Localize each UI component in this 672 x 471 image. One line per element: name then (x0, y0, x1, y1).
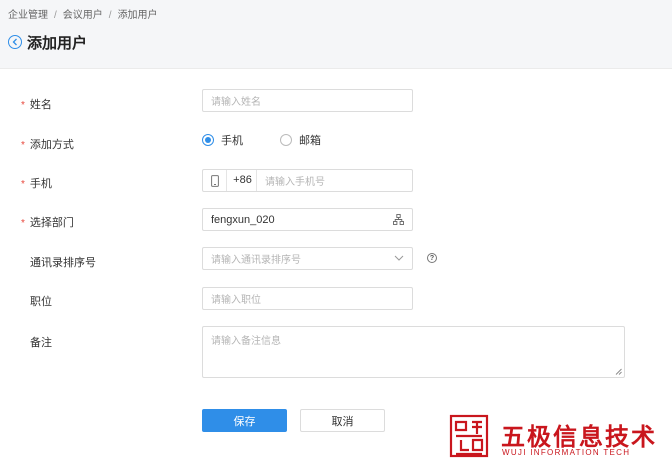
phone-input[interactable]: 请输入手机号 (257, 173, 325, 188)
breadcrumb-item-enterprise[interactable]: 企业管理 (8, 10, 48, 21)
country-code[interactable]: +86 (229, 170, 257, 191)
department-value: fengxun_020 (211, 213, 275, 226)
required-mark: * (21, 100, 25, 111)
breadcrumb-item-add-user: 添加用户 (117, 10, 158, 21)
page-title: 添加用户 (27, 35, 88, 52)
company-logo-icon (449, 414, 489, 458)
back-button[interactable] (8, 35, 22, 49)
radio-phone[interactable] (202, 134, 214, 146)
remark-placeholder: 请输入备注信息 (211, 336, 281, 347)
mobile-phone-icon (203, 170, 227, 191)
sort-no-label: 通讯录排序号 (30, 257, 96, 269)
name-input[interactable]: 请输入姓名 (202, 89, 413, 112)
add-method-radio-group: 手机 邮箱 (202, 132, 321, 148)
position-input[interactable]: 请输入职位 (202, 287, 413, 310)
org-chart-icon[interactable] (393, 214, 404, 225)
page-header: 企业管理 / 会议用户 / 添加用户 添加用户 (0, 0, 672, 69)
required-mark: * (21, 218, 25, 229)
resize-handle-icon[interactable] (615, 368, 622, 375)
save-button[interactable]: 保存 (202, 409, 287, 432)
cancel-button[interactable]: 取消 (300, 409, 385, 432)
remark-label: 备注 (30, 337, 52, 349)
chevron-down-icon (394, 255, 404, 261)
watermark-en: WUJI INFORMATION TECH (502, 448, 631, 457)
department-label: * 选择部门 (21, 217, 74, 229)
required-mark: * (21, 140, 25, 151)
remark-textarea[interactable]: 请输入备注信息 (202, 326, 625, 378)
radio-email-label[interactable]: 邮箱 (299, 132, 321, 148)
breadcrumb-item-meeting-users[interactable]: 会议用户 (63, 10, 103, 21)
breadcrumb: 企业管理 / 会议用户 / 添加用户 (8, 10, 158, 21)
department-select[interactable]: fengxun_020 (202, 208, 413, 231)
watermark-cn: 五极信息技术 (501, 424, 657, 451)
watermark: 五极信息技术 WUJI INFORMATION TECH (449, 414, 664, 459)
phone-field: +86 请输入手机号 (202, 169, 413, 192)
name-label: * 姓名 (21, 99, 52, 111)
help-icon[interactable]: ? (427, 253, 437, 263)
radio-phone-label[interactable]: 手机 (221, 132, 243, 148)
required-mark: * (21, 179, 25, 190)
sort-no-select[interactable]: 请输入通讯录排序号 (202, 247, 413, 270)
position-label: 职位 (30, 296, 52, 308)
chevron-left-icon (12, 38, 17, 46)
radio-email[interactable] (280, 134, 292, 146)
sort-no-placeholder: 请输入通讯录排序号 (211, 255, 301, 266)
add-method-label: * 添加方式 (21, 139, 74, 151)
phone-label: * 手机 (21, 178, 52, 190)
